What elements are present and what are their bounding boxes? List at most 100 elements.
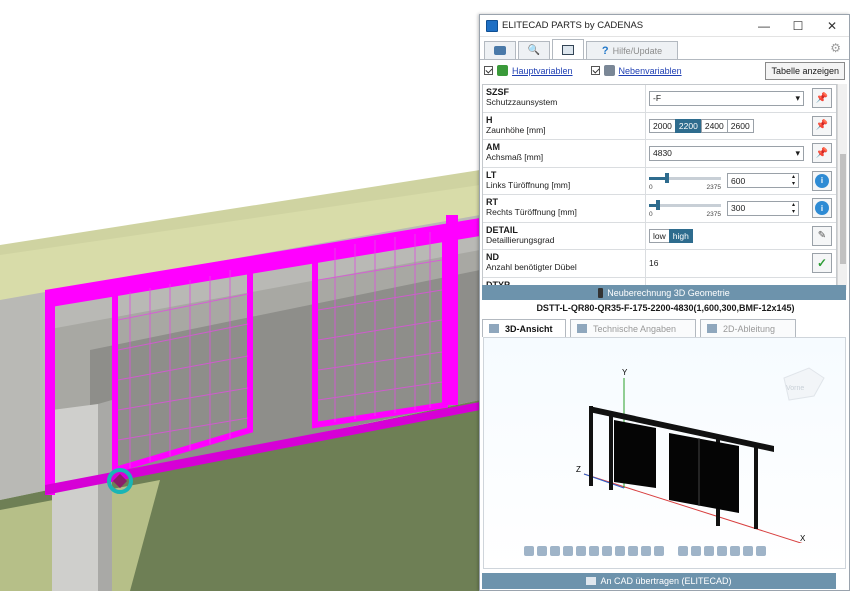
main-variables-checkbox[interactable] [484,66,493,75]
tab-2d-derivation[interactable]: 2D-Ableitung [700,319,796,337]
maximize-button[interactable]: ☐ [781,15,815,37]
param-desc: Zaunhöhe [mm] [486,124,546,135]
param-row-h: H Zaunhöhe [mm] 2000 2200 2400 2600 📌 [483,112,836,140]
detail-option-high[interactable]: high [668,228,693,243]
view-direction-icon[interactable] [691,546,701,556]
param-code: ND [486,252,499,262]
view-direction-icon[interactable] [756,546,766,556]
param-row-rt: RTRechts Türöffnung [mm] 0 2375 300 i [483,195,836,223]
height-option-2400[interactable]: 2400 [700,118,728,133]
tab-part-view[interactable] [552,39,584,59]
x-axis-label: X [800,534,806,543]
part-number: DSTT-L-QR80-QR35-F-175-2200-4830(1,600,3… [536,303,795,313]
param-desc: Achsmaß [mm] [486,152,544,162]
part-view-icon [562,44,574,55]
view-toolbar [524,546,766,556]
param-code: AM [486,142,500,152]
minimize-button[interactable]: — [747,15,781,37]
height-options: 2000 2200 2400 2600 [649,118,754,133]
tab-label: 3D-Ansicht [505,323,553,334]
close-button[interactable]: ✕ [815,15,849,37]
3d-preview-viewport[interactable]: X Y Z Vorne [483,337,846,569]
info-button[interactable]: i [812,198,832,219]
param-code: RT [486,197,498,207]
show-table-button[interactable]: Tabelle anzeigen [765,61,845,80]
param-desc: Schutzzaunsystem [486,97,558,107]
settings-gear-icon[interactable]: ⚙ [830,41,841,55]
tab-help-update[interactable]: ? Hilfe/Update [586,41,678,59]
view-direction-icon[interactable] [704,546,714,556]
param-desc: Rechts Türöffnung [mm] [486,207,577,217]
param-row-szsf: SZSFSchutzzaunsystem -F 📌 [483,85,836,113]
secondary-variables-link[interactable]: Nebenvariablen [619,66,682,76]
main-variables-link[interactable]: Hauptvariablen [512,66,573,76]
search-icon: 🔍 [527,45,541,56]
pin-icon[interactable]: 📌 [812,88,832,109]
tab-catalog[interactable] [484,41,516,59]
detail-option-low[interactable]: low [649,228,670,243]
view-tabs: 3D-Ansicht Technische Angaben 2D-Ableitu… [482,319,796,337]
tab-search[interactable]: 🔍 [518,41,550,59]
svg-text:Vorne: Vorne [786,385,804,392]
lt-slider[interactable]: 0 2375 [649,170,721,192]
rt-value-input[interactable]: 300 [727,200,799,216]
secondary-variables-checkbox[interactable] [590,66,600,75]
szsf-dropdown[interactable]: -F [649,90,804,106]
main-tabs: 🔍 ? Hilfe/Update [480,37,849,59]
title-bar: ELITECAD PARTS by CADENAS — ☐ ✕ [480,15,849,37]
parts-window: ELITECAD PARTS by CADENAS — ☐ ✕ 🔍 ? Hilfe… [479,14,850,591]
confirm-button[interactable]: ✓ [812,253,832,274]
view-tool-icon[interactable] [589,546,599,556]
view-tool-icon[interactable] [537,546,547,556]
param-code: DETAIL [486,224,518,235]
3d-view-icon [489,324,499,333]
recalculate-label: Neuberechnung 3D Geometrie [607,287,730,298]
rt-slider[interactable]: 0 2375 [649,197,721,219]
tab-technical-data[interactable]: Technische Angaben [570,319,696,337]
tab-3d-view[interactable]: 3D-Ansicht [482,319,566,337]
technical-data-icon [577,324,587,333]
lt-value-input[interactable]: 600 [727,173,799,189]
view-tool-icon[interactable] [641,546,651,556]
height-option-2200[interactable]: 2200 [674,118,702,133]
param-desc: Links Türöffnung [mm] [486,179,571,190]
edit-icon: ✎ [817,230,827,242]
height-option-2600[interactable]: 2600 [726,118,754,133]
param-row-detail: DETAIL Detaillierungsgrad low high ✎ [483,222,836,250]
view-tool-icon[interactable] [550,546,560,556]
info-icon: i [815,173,829,188]
view-tool-icon[interactable] [602,546,612,556]
param-row-nd: ND Anzahl benötigter Dübel 16 ✓ [483,250,836,278]
param-code: LT [486,169,497,180]
view-direction-icon[interactable] [730,546,740,556]
pin-icon[interactable]: 📌 [812,115,832,136]
view-direction-icon[interactable] [743,546,753,556]
transfer-label: An CAD übertragen (ELITECAD) [600,576,732,586]
view-tool-icon[interactable] [654,546,664,556]
info-button[interactable]: i [812,170,832,191]
tab-label: Technische Angaben [593,323,677,334]
view-tool-icon[interactable] [524,546,534,556]
cad-transfer-icon [586,577,597,585]
view-direction-icon[interactable] [717,546,727,556]
view-tool-icon[interactable] [615,546,625,556]
check-icon: ✓ [816,256,828,271]
view-tool-icon[interactable] [576,546,586,556]
height-option-2000[interactable]: 2000 [649,118,676,133]
slider-min: 0 [649,183,653,191]
pin-icon[interactable]: 📌 [812,143,832,164]
secondary-variables-icon [603,65,615,76]
recalculate-3d-button[interactable]: Neuberechnung 3D Geometrie [482,285,846,300]
edit-button[interactable]: ✎ [812,225,832,246]
2d-derivation-icon [707,324,717,333]
view-tool-icon[interactable] [563,546,573,556]
slider-max: 2375 [706,211,721,219]
transfer-to-cad-button[interactable]: An CAD übertragen (ELITECAD) [482,573,836,589]
help-tab-label: Hilfe/Update [612,45,663,56]
parameter-scrollbar[interactable] [837,84,847,290]
param-desc: Detaillierungsgrad [486,234,555,245]
info-icon: i [815,201,829,216]
view-direction-icon[interactable] [678,546,688,556]
am-dropdown[interactable]: 4830 [649,145,804,161]
view-tool-icon[interactable] [628,546,638,556]
